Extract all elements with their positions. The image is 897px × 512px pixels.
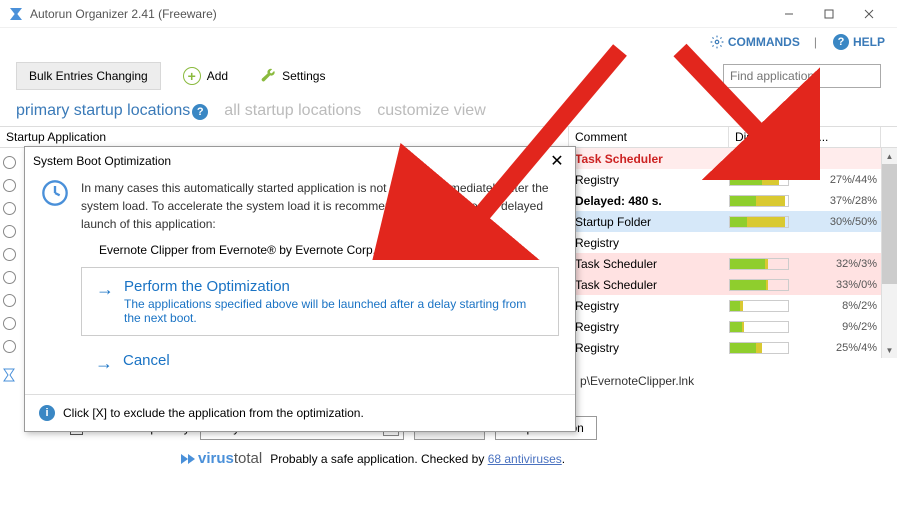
comment-cell: Registry — [569, 320, 729, 334]
clock-icon — [3, 340, 16, 353]
nav-tabs: primary startup locations? all startup l… — [0, 96, 897, 126]
stats-cell: 9%/2% — [729, 321, 881, 333]
help-icon: ? — [833, 34, 849, 50]
stats-cell: 8%/2% — [729, 300, 881, 312]
table-row[interactable]: Task Scheduler — [569, 148, 881, 169]
stats-cell: 33%/0% — [729, 279, 881, 291]
separator: | — [814, 35, 817, 49]
commands-link[interactable]: COMMANDS — [710, 35, 800, 49]
nav-all[interactable]: all startup locations — [224, 102, 361, 120]
stats-cell: 37%/28% — [729, 195, 881, 207]
clock-icon — [3, 294, 16, 307]
dialog-title: System Boot Optimization — [33, 154, 171, 168]
comment-cell: Task Scheduler — [569, 152, 729, 166]
clock-icon — [3, 271, 16, 284]
add-button[interactable]: + Add — [173, 62, 238, 90]
exclude-link[interactable]: [X] — [472, 243, 487, 257]
titlebar: Autorun Organizer 2.41 (Freeware) — [0, 0, 897, 28]
bulk-entries-button[interactable]: Bulk Entries Changing — [16, 62, 161, 90]
clock-icon — [3, 202, 16, 215]
stats-cell: 25%/4% — [729, 342, 881, 354]
table-row[interactable]: Registry27%/44% — [569, 169, 881, 190]
comment-cell: Registry — [569, 173, 729, 187]
clock-icon — [3, 317, 16, 330]
top-link-bar: COMMANDS | ? HELP — [0, 28, 897, 56]
stats-cell: 32%/3% — [729, 258, 881, 270]
bulk-entries-label: Bulk Entries Changing — [29, 69, 148, 83]
comment-cell: Task Scheduler — [569, 278, 729, 292]
nav-primary[interactable]: primary startup locations? — [16, 102, 208, 120]
stats-cell: 30%/50% — [729, 216, 881, 228]
stats-cell: 27%/44% — [729, 174, 881, 186]
virustotal-row: virustotal Probably a safe application. … — [60, 440, 897, 467]
plus-icon: + — [183, 67, 201, 85]
add-label: Add — [207, 69, 228, 83]
clock-icon — [3, 225, 16, 238]
arrow-right-icon: → — [96, 280, 114, 298]
column-headers: Startup Application Comment Disable/Dela… — [0, 126, 897, 148]
comment-cell: Startup Folder — [569, 215, 729, 229]
toolbar: Bulk Entries Changing + Add Settings — [0, 56, 897, 96]
comment-cell: Registry — [569, 299, 729, 313]
vt-link[interactable]: 68 antiviruses — [488, 452, 562, 466]
scroll-thumb[interactable] — [882, 164, 897, 284]
vt-text: Probably a safe application. Checked by — [270, 452, 484, 466]
arrow-right-icon: → — [95, 354, 113, 372]
maximize-button[interactable] — [809, 0, 849, 28]
virustotal-logo: virustotal — [180, 450, 262, 467]
app-icon — [8, 6, 24, 22]
system-boot-optimization-dialog: System Boot Optimization ✕ In many cases… — [24, 146, 576, 432]
table-row[interactable]: Task Scheduler33%/0% — [569, 274, 881, 295]
cancel-button[interactable]: → Cancel — [81, 342, 559, 382]
dialog-footer-text: Click [X] to exclude the application fro… — [63, 406, 364, 420]
clock-icon — [41, 179, 69, 207]
col-comment[interactable]: Comment — [569, 127, 729, 147]
table-row[interactable]: Task Scheduler32%/3% — [569, 253, 881, 274]
table-row[interactable]: Registry — [569, 232, 881, 253]
scrollbar[interactable]: ▲ ▼ — [881, 148, 897, 358]
search-input[interactable] — [723, 64, 881, 88]
scroll-down-button[interactable]: ▼ — [882, 342, 897, 358]
data-rows: Task SchedulerRegistry27%/44%Delayed: 48… — [569, 148, 881, 358]
info-icon: i — [39, 405, 55, 421]
clock-icon — [3, 179, 16, 192]
nav-customize[interactable]: customize view — [377, 102, 485, 120]
table-row[interactable]: Registry9%/2% — [569, 316, 881, 337]
gear-icon — [710, 35, 724, 49]
help-label: HELP — [853, 35, 885, 49]
table-row[interactable]: Registry8%/2% — [569, 295, 881, 316]
table-row[interactable]: Startup Folder30%/50% — [569, 211, 881, 232]
cancel-label: Cancel — [123, 352, 170, 369]
comment-cell: Task Scheduler — [569, 257, 729, 271]
clock-icon — [3, 248, 16, 261]
perform-opt-title: Perform the Optimization — [124, 278, 544, 295]
perform-opt-subtitle: The applications specified above will be… — [124, 297, 544, 325]
dialog-close-button[interactable]: ✕ — [547, 151, 567, 171]
comment-cell: Registry — [569, 236, 729, 250]
col-stats[interactable]: Disable/Delay F... — [729, 127, 881, 147]
dialog-body-text: In many cases this automatically started… — [81, 179, 559, 233]
scroll-up-button[interactable]: ▲ — [882, 148, 897, 164]
clock-icon — [3, 156, 16, 169]
comment-cell: Delayed: 480 s. — [569, 194, 729, 208]
comment-cell: Registry — [569, 341, 729, 355]
search-icon — [699, 67, 717, 85]
help-icon: ? — [192, 104, 208, 120]
minimize-button[interactable] — [769, 0, 809, 28]
settings-label: Settings — [282, 69, 325, 83]
settings-button[interactable]: Settings — [250, 62, 335, 90]
titlebar-text: Autorun Organizer 2.41 (Freeware) — [30, 7, 769, 21]
commands-label: COMMANDS — [728, 35, 800, 49]
help-link[interactable]: ? HELP — [831, 34, 885, 50]
wrench-icon — [260, 68, 276, 84]
perform-optimization-button[interactable]: → Perform the Optimization The applicati… — [81, 267, 559, 336]
left-icon-strip — [0, 148, 18, 388]
table-row[interactable]: Delayed: 480 s.37%/28% — [569, 190, 881, 211]
col-startup[interactable]: Startup Application — [0, 127, 569, 147]
close-button[interactable] — [849, 0, 889, 28]
dialog-detail-text: Evernote Clipper from Evernote® by Evern… — [25, 243, 575, 257]
table-row[interactable]: Registry25%/4% — [569, 337, 881, 358]
